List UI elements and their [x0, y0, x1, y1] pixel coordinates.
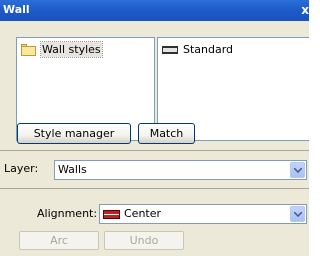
layer-panel: Layer: Walls	[0, 150, 309, 188]
alignment-value: Center	[103, 207, 161, 221]
window-titlebar[interactable]: Wall x	[0, 0, 309, 21]
list-item[interactable]: Wall styles	[21, 41, 103, 58]
close-icon[interactable]: x	[295, 2, 309, 18]
chevron-down-icon[interactable]	[290, 162, 305, 178]
layer-value: Walls	[58, 163, 87, 176]
chevron-down-icon[interactable]	[290, 206, 305, 222]
list-item-label: Standard	[183, 43, 234, 56]
undo-button[interactable]: Undo	[104, 231, 184, 250]
alignment-panel: Alignment: Center Arc Undo	[0, 188, 309, 256]
layer-select[interactable]: Walls	[54, 160, 307, 180]
center-alignment-icon	[103, 209, 120, 219]
style-manager-button[interactable]: Style manager	[17, 123, 131, 144]
layer-label: Layer:	[4, 162, 39, 175]
alignment-label: Alignment:	[37, 207, 98, 220]
arc-button[interactable]: Arc	[19, 231, 99, 250]
list-item-label: Wall styles	[40, 41, 103, 58]
wall-style-icon	[162, 45, 178, 54]
folder-icon	[21, 43, 36, 56]
alignment-value-label: Center	[124, 207, 162, 220]
list-item[interactable]: Standard	[162, 42, 234, 57]
match-button[interactable]: Match	[138, 123, 195, 144]
styles-panel: Wall styles Standard Style manager Match	[0, 21, 309, 150]
alignment-select[interactable]: Center	[99, 204, 307, 224]
window-title: Wall	[3, 3, 30, 16]
